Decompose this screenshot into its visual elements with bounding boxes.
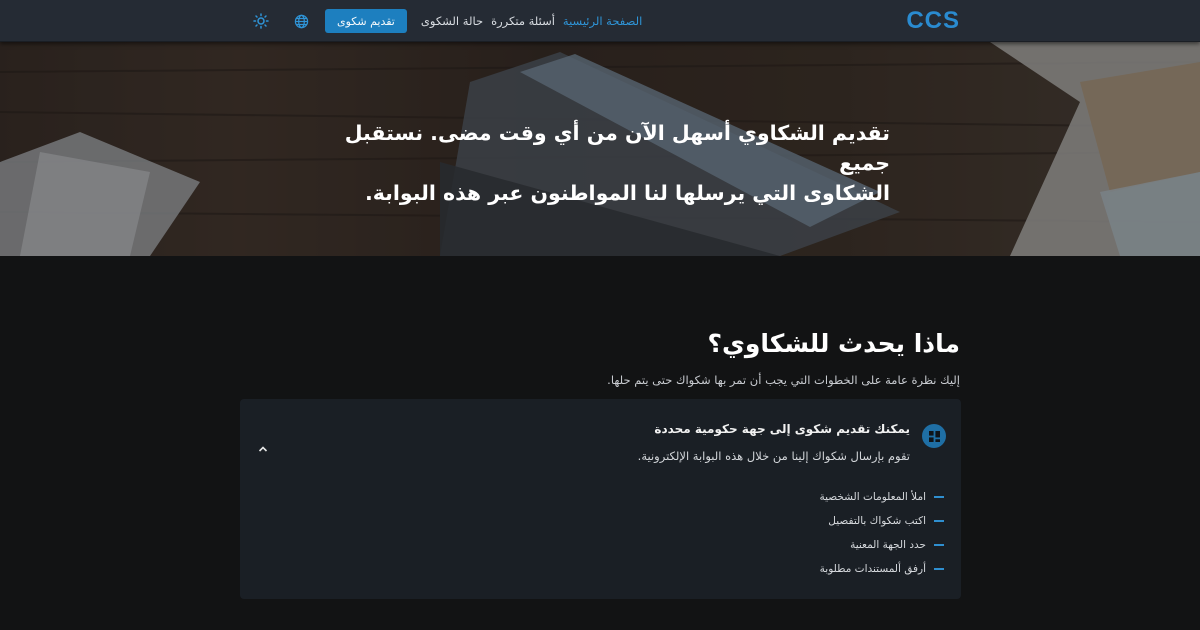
card-title: يمكنك تقديم شكوى إلى جهة حكومية محددة	[654, 422, 910, 436]
list-item: املأ المعلومات الشخصية	[819, 485, 944, 509]
nav-link-home[interactable]: الصفحة الرئيسية	[563, 14, 642, 28]
nav-links: تقديم شكوى حالة الشكوى أسئلة متكررة الصف…	[250, 0, 646, 42]
card-description: تقوم بإرسال شكواك إلينا من خلال هذه البو…	[637, 449, 910, 463]
list-item: اكتب شكواك بالتفصيل	[819, 509, 944, 533]
chevron-up-icon[interactable]	[255, 441, 271, 457]
sun-icon[interactable]	[250, 10, 272, 32]
nav-link-faq[interactable]: أسئلة متكررة	[491, 14, 555, 28]
section-title: ماذا يحدث للشكاوي؟	[707, 329, 960, 358]
hero-banner: تقديم الشكاوي أسهل الآن من أي وقت مضى. ن…	[0, 42, 1200, 256]
submit-complaint-button[interactable]: تقديم شكوى	[325, 9, 407, 33]
hero-headline: تقديم الشكاوي أسهل الآن من أي وقت مضى. ن…	[300, 118, 890, 208]
list-item: أرفق ألمستندات مطلوبة	[819, 557, 944, 581]
section-subtitle: إليك نظرة عامة على الخطوات التي يجب أن ت…	[607, 373, 960, 387]
hero-line-2: الشكاوى التي يرسلها لنا المواطنون عبر هذ…	[364, 181, 890, 205]
top-navbar: تقديم شكوى حالة الشكوى أسئلة متكررة الصف…	[0, 0, 1200, 42]
step-card: يمكنك تقديم شكوى إلى جهة حكومية محددة تق…	[240, 399, 961, 599]
nav-link-complaint-status[interactable]: حالة الشكوى	[421, 14, 483, 28]
dashboard-icon	[922, 424, 946, 448]
globe-icon[interactable]	[290, 10, 312, 32]
site-logo[interactable]: CCS	[906, 7, 960, 35]
list-item: حدد الجهة المعنية	[819, 533, 944, 557]
hero-line-1: تقديم الشكاوي أسهل الآن من أي وقت مضى. ن…	[344, 121, 890, 175]
steps-list: املأ المعلومات الشخصية اكتب شكواك بالتفص…	[819, 485, 944, 581]
